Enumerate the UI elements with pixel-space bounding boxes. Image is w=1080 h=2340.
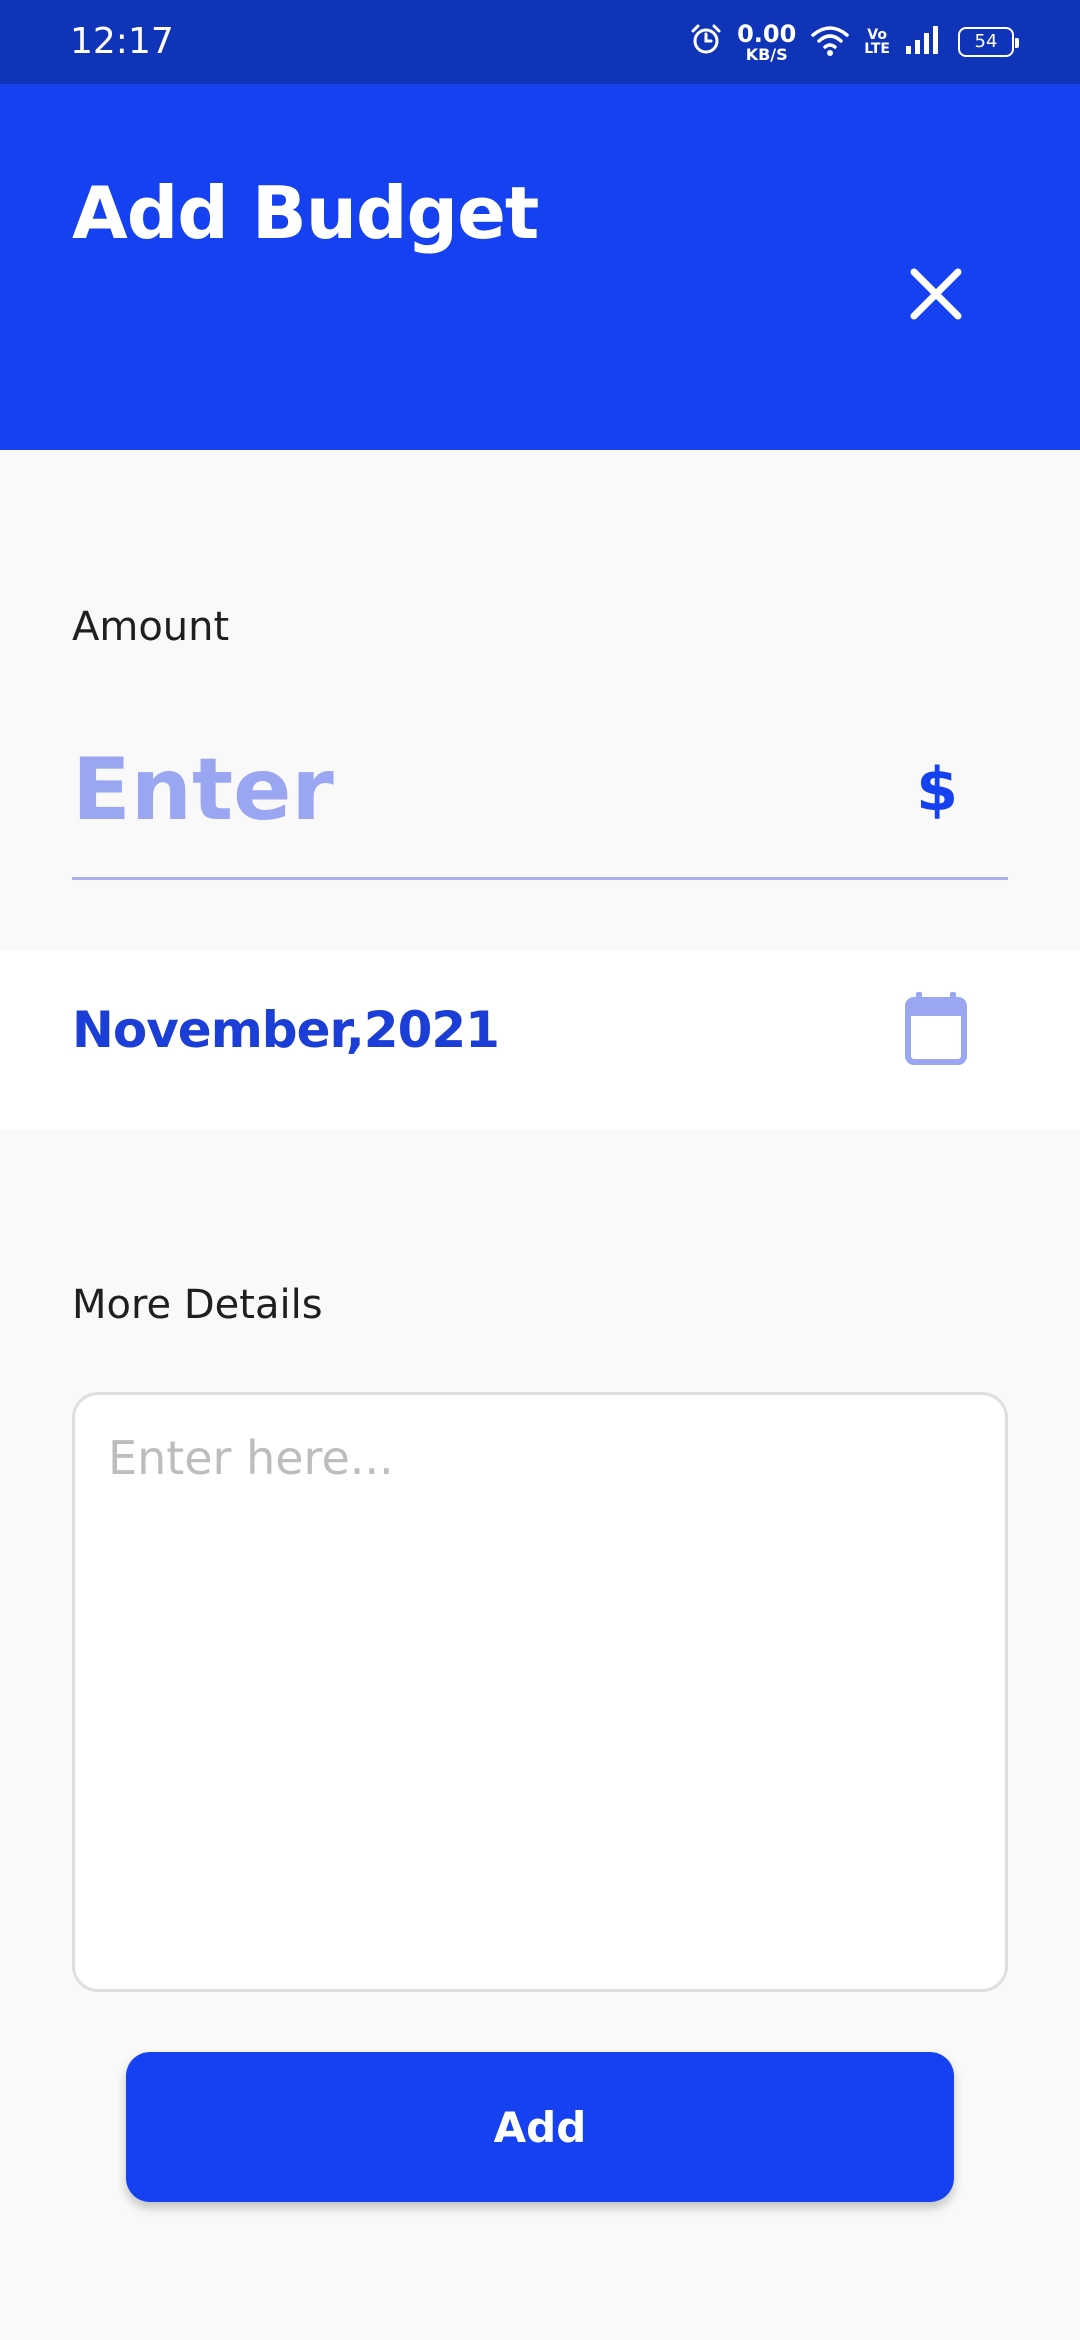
signal-icon [904, 24, 944, 60]
amount-label: Amount [72, 604, 230, 650]
page-title: Add Budget [72, 171, 539, 255]
volte-top: Vo [867, 27, 887, 43]
calendar-icon [905, 992, 967, 1065]
volte-bottom: LTE [864, 41, 890, 57]
status-icons: 0.00 KB/S Vo LTE 54 [689, 18, 1019, 66]
month-selector[interactable]: November,2021 [0, 950, 1080, 1130]
add-button[interactable]: Add [126, 2052, 954, 2202]
status-time: 12:17 [70, 21, 174, 62]
volte-indicator: Vo LTE [864, 28, 890, 56]
status-bar: 12:17 0.00 KB/S Vo LTE 54 [0, 0, 1080, 84]
alarm-icon [689, 23, 723, 61]
network-speed-value: 0.00 [737, 19, 797, 48]
network-speed: 0.00 KB/S [737, 22, 796, 63]
network-speed-unit: KB/S [745, 44, 788, 64]
wifi-icon [810, 23, 850, 61]
amount-field: $ [72, 730, 1008, 880]
dollar-icon: $ [916, 755, 958, 825]
amount-input[interactable] [72, 730, 892, 850]
battery-level: 54 [974, 31, 998, 52]
battery-icon: 54 [958, 27, 1019, 57]
selected-month: November,2021 [72, 1001, 500, 1059]
details-textarea[interactable] [72, 1392, 1008, 1992]
close-icon [910, 268, 962, 320]
close-button[interactable] [896, 254, 976, 334]
details-label: More Details [72, 1282, 323, 1328]
